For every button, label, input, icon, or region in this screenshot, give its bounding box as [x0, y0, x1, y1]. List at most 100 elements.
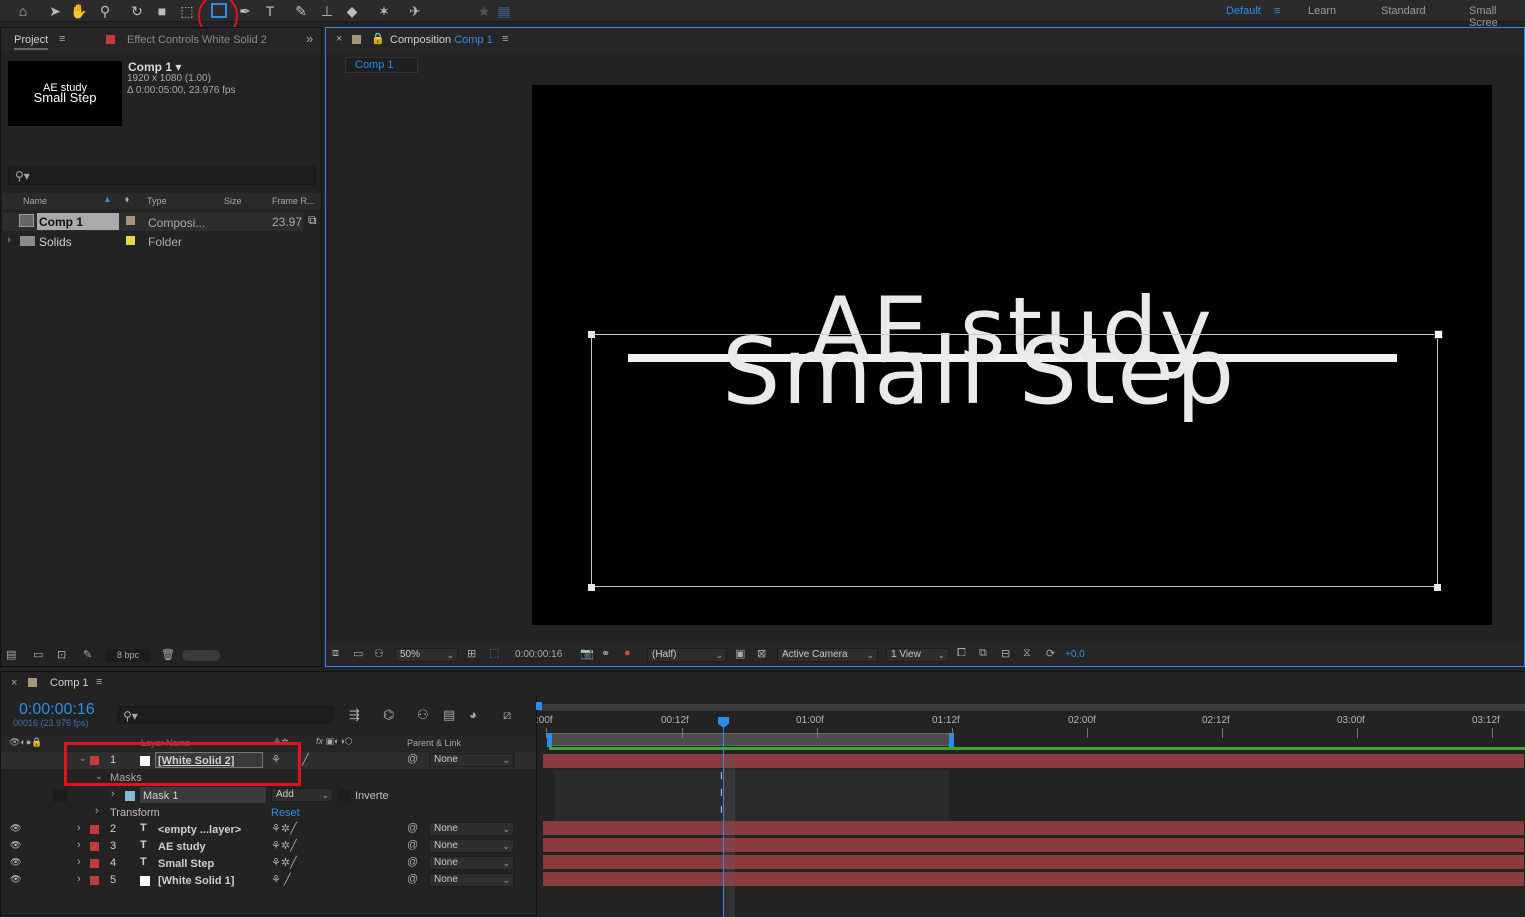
inverted-checkbox[interactable] — [339, 790, 350, 801]
layer-duration-bar[interactable] — [543, 872, 1524, 886]
camera-dropdown[interactable]: Active Camera ⌄ — [777, 648, 878, 662]
workspace-menu-icon[interactable]: ≡ — [1274, 5, 1280, 17]
transparency-grid-icon[interactable]: ⊠ — [757, 647, 766, 660]
expand-arrow-icon[interactable]: › — [77, 856, 81, 868]
eraser-tool-icon[interactable]: ◆ — [343, 2, 361, 20]
timeline-tab[interactable]: Comp 1 — [50, 677, 89, 689]
clone-stamp-tool-icon[interactable]: ⊥ — [318, 2, 336, 20]
parent-dropdown[interactable]: None ⌄ — [429, 753, 514, 767]
layer-row-2[interactable]: 👁 › 2 T <empty ...layer> ⚘✲╱ @ None ⌄ — [1, 821, 536, 838]
project-item-row[interactable]: Comp 1 Composi... 23.97 ⧉ — [3, 213, 317, 231]
flowchart-icon[interactable]: ⧖ — [1023, 647, 1031, 660]
workspace-learn[interactable]: Learn — [1308, 5, 1336, 17]
pick-whip-icon[interactable]: @ — [407, 873, 418, 885]
hand-tool-icon[interactable]: ✋ — [70, 2, 88, 20]
pick-whip-icon[interactable]: @ — [407, 856, 418, 868]
layer-switches-icon[interactable]: ⚘✲╱ — [271, 839, 297, 852]
layer-duration-bar[interactable] — [543, 855, 1524, 869]
view-layout-dropdown[interactable]: 1 View ⌄ — [886, 648, 949, 662]
layer-row-5[interactable]: 👁 › 5 [White Solid 1] ⚘ ╱ @ None ⌄ — [1, 872, 536, 889]
parent-dropdown[interactable]: None ⌄ — [429, 856, 514, 870]
eye-icon[interactable]: 👁 — [10, 823, 21, 834]
mask-row[interactable]: › Mask 1 Add ⌄ Inverte — [1, 787, 536, 804]
eye-icon[interactable]: 👁 — [10, 840, 21, 851]
transform-group-row[interactable]: › Transform Reset — [1, 804, 536, 821]
layer-duration-bar[interactable] — [543, 838, 1524, 852]
expand-arrow-icon[interactable]: › — [7, 234, 11, 246]
time-navigator[interactable] — [538, 704, 1525, 711]
comp-name-header[interactable]: Comp 1 ▾ — [128, 60, 181, 74]
workspace-standard[interactable]: Standard — [1381, 5, 1426, 17]
layer-label-swatch[interactable] — [90, 825, 99, 834]
navigator-start-handle[interactable] — [536, 702, 542, 710]
fast-previews-icon[interactable]: ⧉ — [979, 647, 987, 660]
expand-arrow-icon[interactable]: › — [95, 805, 99, 817]
shy-layers-icon[interactable]: ⚇ — [417, 707, 429, 723]
col-name[interactable]: Name — [23, 196, 47, 206]
puppet-pin-tool-icon[interactable]: ✈ — [406, 2, 424, 20]
composition-canvas[interactable]: AE study Small Step — [532, 85, 1492, 625]
parent-dropdown[interactable]: None ⌄ — [429, 873, 514, 887]
mask-vertex-handle[interactable] — [1434, 584, 1441, 591]
layer-name[interactable]: <empty ...layer> — [158, 824, 241, 836]
label-color-swatch[interactable] — [126, 236, 135, 245]
pick-whip-icon[interactable]: @ — [407, 839, 418, 851]
mask-vertex-handle[interactable] — [588, 584, 595, 591]
current-time-display[interactable]: 0:00:00:16 — [19, 701, 95, 719]
expand-arrow-icon[interactable]: › — [77, 873, 81, 885]
layer-name[interactable]: AE study — [158, 841, 206, 853]
col-frame-rate[interactable]: Frame R... — [272, 196, 315, 206]
expand-panels-icon[interactable]: » — [306, 31, 313, 46]
transform-reset-link[interactable]: Reset — [271, 807, 300, 819]
mask-color-swatch[interactable] — [125, 791, 135, 801]
choose-grid-icon[interactable]: ⊞ — [467, 647, 476, 660]
viewer-timecode[interactable]: 0:00:00:16 — [515, 649, 562, 660]
lock-icon[interactable]: 🔒 — [371, 32, 385, 45]
layer-label-swatch[interactable] — [90, 859, 99, 868]
label-color-swatch[interactable] — [126, 216, 135, 225]
layer-name[interactable]: [White Solid 1] — [158, 875, 234, 887]
layer-duration-bar[interactable] — [543, 754, 1524, 768]
home-icon[interactable]: ⌂ — [14, 2, 32, 20]
tab-effect-controls[interactable]: Effect Controls White Solid 2 — [127, 34, 267, 46]
tab-project[interactable]: Project — [14, 34, 49, 50]
quality-icon[interactable]: ╱ — [302, 753, 309, 766]
always-preview-icon[interactable]: ⧈ — [332, 647, 339, 660]
close-panel-icon[interactable]: × — [11, 677, 17, 689]
snapshot-icon[interactable]: 📷 — [580, 647, 594, 660]
show-snapshot-icon[interactable]: ⚭ — [601, 647, 610, 660]
layer-name[interactable]: Small Step — [158, 858, 214, 870]
layer-row-3[interactable]: 👁 › 3 T AE study ⚘✲╱ @ None ⌄ — [1, 838, 536, 855]
col-size[interactable]: Size — [224, 196, 242, 206]
comp-mini-flowchart-icon[interactable]: ⇶ — [349, 707, 360, 723]
draft-3d-icon[interactable]: ⌬ — [383, 707, 394, 723]
sort-ascending-icon[interactable]: ▲ — [103, 194, 112, 204]
timeline-search-input[interactable]: ⚲▾ — [118, 706, 333, 724]
eye-icon[interactable]: 👁 — [10, 857, 21, 868]
project-item-name[interactable]: Comp 1 — [37, 213, 119, 230]
selection-tool-icon[interactable]: ➤ — [46, 2, 64, 20]
mask-lock-switch[interactable] — [53, 789, 67, 802]
expand-arrow-icon[interactable]: › — [77, 822, 81, 834]
snapping-icon[interactable]: ▦ — [495, 2, 513, 20]
mask-visibility-icon[interactable]: ⚇ — [374, 647, 384, 660]
pick-whip-icon[interactable]: @ — [407, 753, 418, 765]
layer-switches-icon[interactable]: ⚘ ╱ — [271, 873, 291, 886]
type-tool-icon[interactable]: T — [261, 2, 279, 20]
reset-exposure-icon[interactable]: ⟳ — [1046, 647, 1055, 660]
layer-duration-bar[interactable] — [543, 821, 1524, 835]
thumbnail-slider[interactable] — [182, 650, 220, 661]
flowchart-icon[interactable]: ⧉ — [308, 213, 317, 228]
comp-navigator-tab[interactable]: Comp 1 — [345, 57, 418, 73]
exposure-value[interactable]: +0.0 — [1065, 649, 1085, 660]
project-item-name[interactable]: Solids — [39, 235, 72, 249]
new-composition-icon[interactable]: ⊡ — [57, 648, 66, 661]
new-folder-icon[interactable]: ▭ — [33, 648, 43, 661]
eye-icon[interactable]: 👁 — [10, 874, 21, 885]
magnification-dropdown[interactable]: 50% ⌄ — [395, 648, 458, 662]
workspace-default[interactable]: Default — [1226, 5, 1261, 17]
region-of-interest-icon[interactable]: ▣ — [735, 647, 745, 660]
expand-arrow-icon[interactable]: › — [111, 788, 115, 800]
work-area-start-handle[interactable] — [547, 733, 552, 747]
work-area-bar[interactable] — [550, 733, 950, 746]
